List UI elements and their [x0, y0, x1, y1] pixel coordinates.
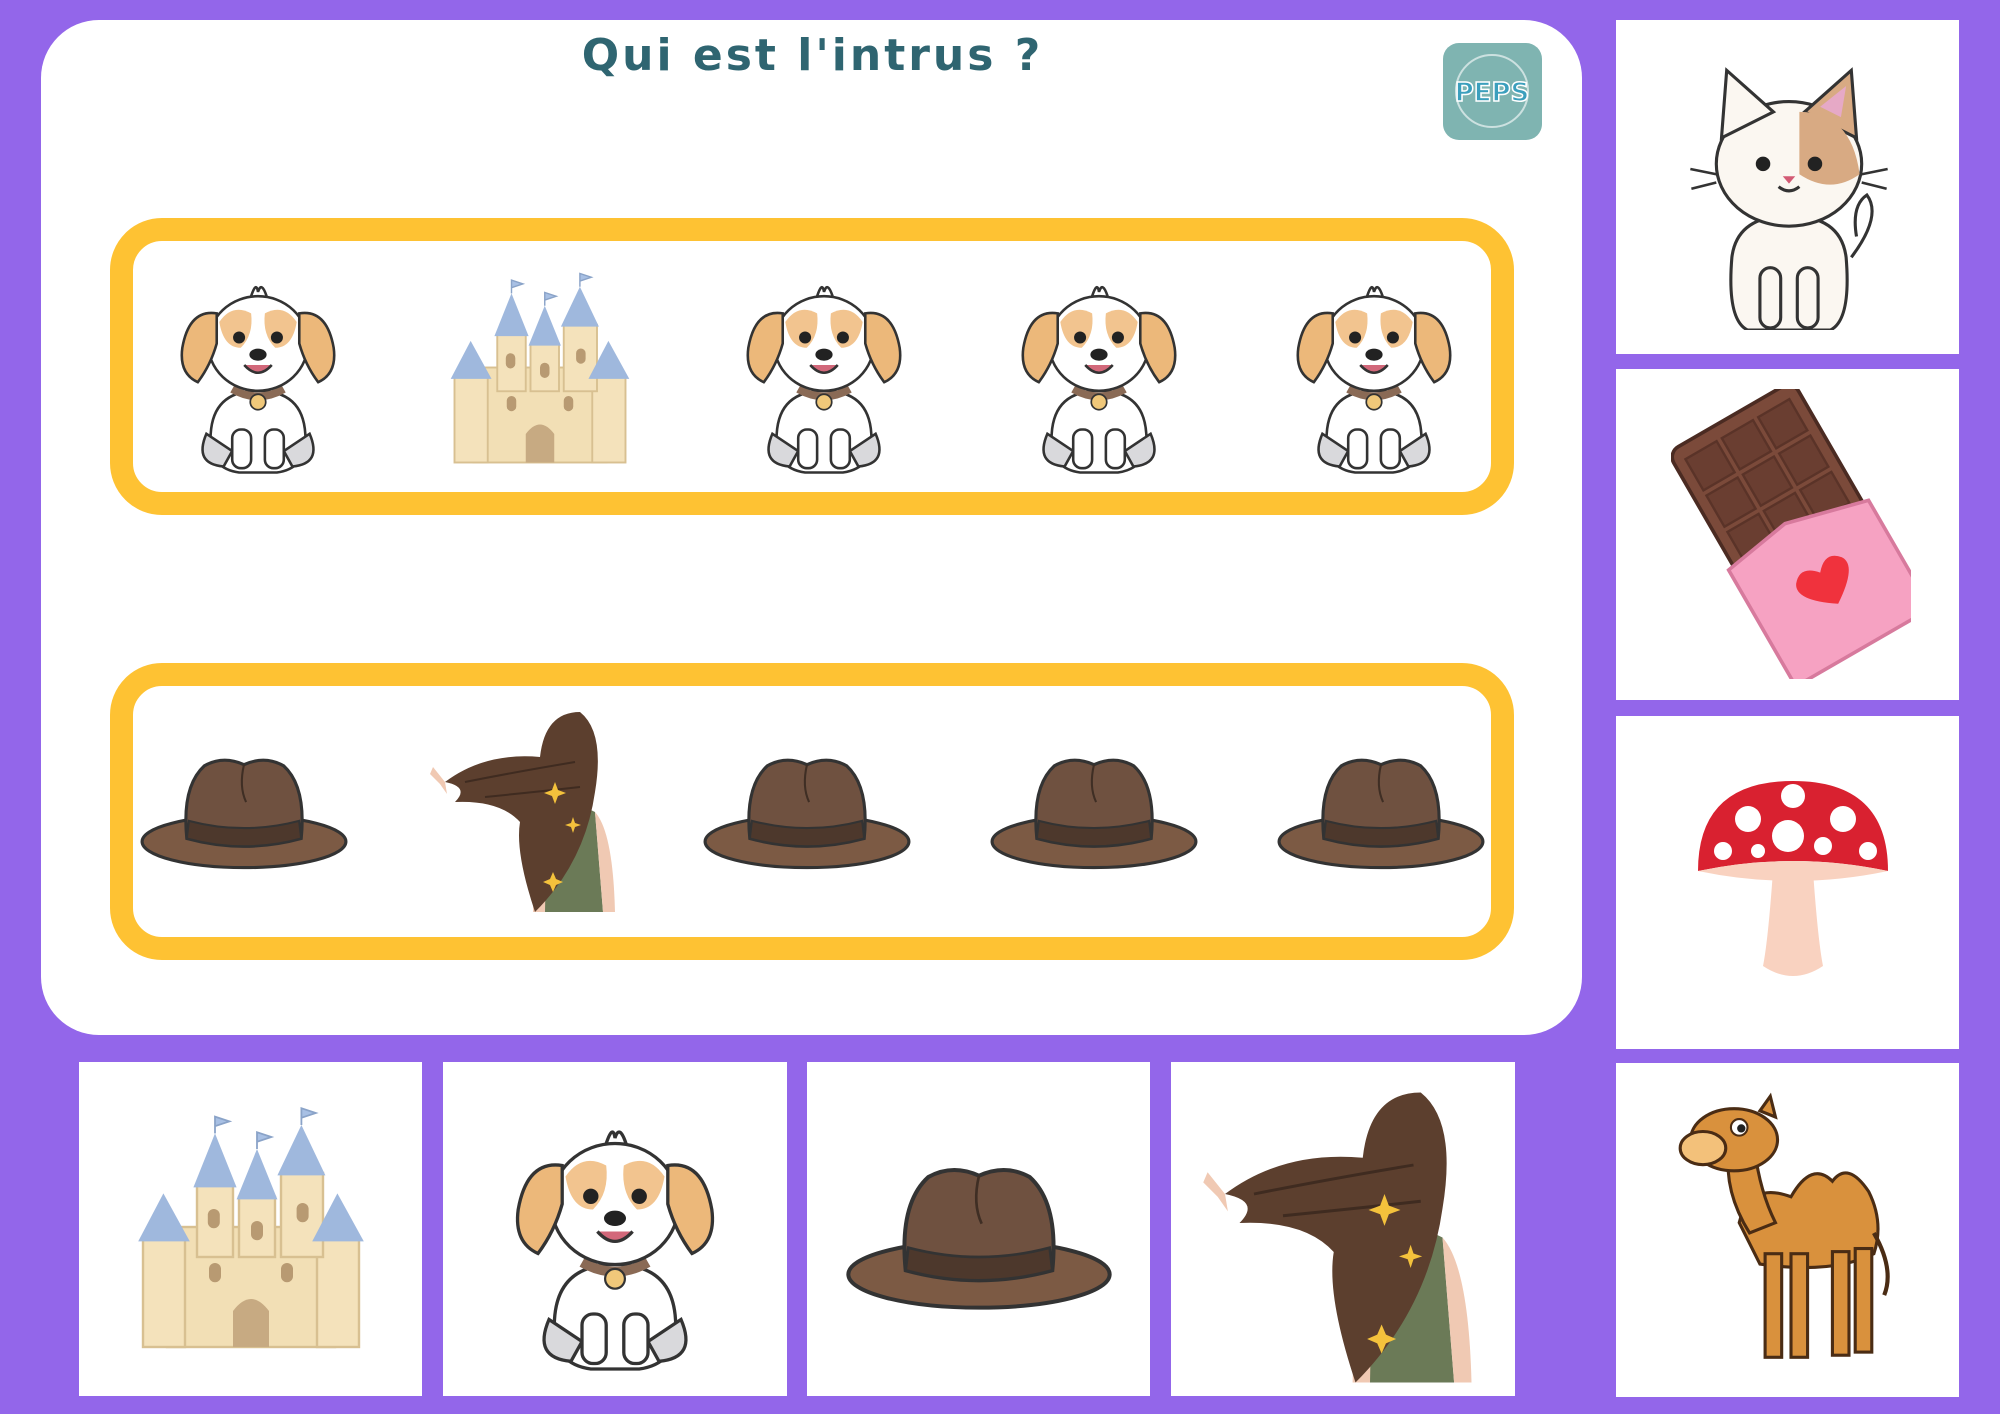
answer-card-cat[interactable]	[1616, 20, 1959, 354]
peps-logo: PEPS	[1443, 43, 1542, 140]
row-2-item-2-hair[interactable]	[425, 712, 625, 912]
answer-card-mushroom[interactable]	[1616, 716, 1959, 1049]
logo-text: PEPS	[1455, 78, 1530, 108]
answer-card-chocolate[interactable]	[1616, 369, 1959, 700]
row-1-item-1-dog[interactable]	[172, 250, 344, 480]
row-2-item-4-hat[interactable]	[990, 750, 1198, 875]
answer-card-camel[interactable]	[1616, 1063, 1959, 1397]
row-2-item-5-hat[interactable]	[1277, 750, 1485, 875]
answer-card-hat[interactable]	[807, 1062, 1150, 1396]
row-2-item-1-hat[interactable]	[140, 750, 348, 875]
row-1-item-2-castle[interactable]	[445, 255, 635, 480]
row-1-item-4-dog[interactable]	[1013, 250, 1185, 480]
row-1-item-3-dog[interactable]	[738, 250, 910, 480]
answer-card-dog[interactable]	[443, 1062, 787, 1396]
answer-card-hair[interactable]	[1171, 1062, 1515, 1396]
page-title: Qui est l'intrus ?	[581, 30, 1044, 81]
row-2-item-3-hat[interactable]	[703, 750, 911, 875]
answer-card-castle[interactable]	[79, 1062, 422, 1396]
row-1-item-5-dog[interactable]	[1288, 250, 1460, 480]
